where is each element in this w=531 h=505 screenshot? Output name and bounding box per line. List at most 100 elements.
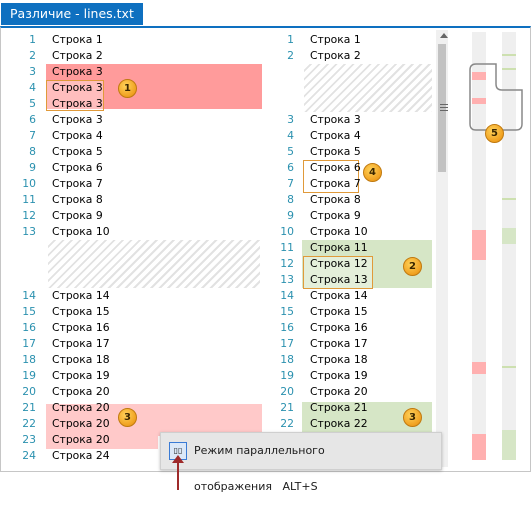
line-text: Строка 20 xyxy=(310,385,368,398)
line-text: Строка 20 xyxy=(52,401,110,414)
line-text: Строка 6 xyxy=(52,161,103,174)
line-number: 7 xyxy=(287,177,294,190)
line-number: 11 xyxy=(22,193,36,206)
line-number: 13 xyxy=(280,273,294,286)
line-text: Строка 17 xyxy=(310,337,368,350)
line-text: Строка 5 xyxy=(310,145,361,158)
callout-1: 1 xyxy=(118,79,137,98)
line-text: Строка 3 xyxy=(310,113,361,126)
line-text: Строка 13 xyxy=(310,273,368,286)
line-text: Строка 9 xyxy=(52,209,103,222)
line-number: 9 xyxy=(287,209,294,222)
line-number: 11 xyxy=(280,241,294,254)
callout-2: 2 xyxy=(403,257,422,276)
document-tab[interactable]: Различие - lines.txt xyxy=(1,3,143,25)
line-number: 8 xyxy=(29,145,36,158)
line-text: Строка 3 xyxy=(52,65,103,78)
line-number: 4 xyxy=(287,129,294,142)
tooltip-label: Режим параллельного отображения ALT+S xyxy=(194,433,441,505)
line-text: Строка 7 xyxy=(52,177,103,190)
pointer-arrow xyxy=(177,460,179,490)
line-text: Строка 12 xyxy=(310,257,368,270)
line-text: Строка 21 xyxy=(310,401,368,414)
scroll-up-icon[interactable] xyxy=(440,33,448,38)
right-pane[interactable]: 1 Строка 1 2 Строка 2 3 Строка 3 4 Строка 4 5 Стр… xyxy=(262,28,434,468)
line-number: 19 xyxy=(22,369,36,382)
line-number: 10 xyxy=(22,177,36,190)
line-number: 18 xyxy=(22,353,36,366)
line-number: 2 xyxy=(287,49,294,62)
line-number: 15 xyxy=(280,305,294,318)
pointer-arrowhead xyxy=(172,455,184,463)
line-text: Строка 3 xyxy=(52,113,103,126)
line-number: 3 xyxy=(29,65,36,78)
line-text: Строка 8 xyxy=(310,193,361,206)
line-text: Строка 18 xyxy=(310,353,368,366)
line-number: 16 xyxy=(22,321,36,334)
line-number: 1 xyxy=(287,33,294,46)
line-text: Строка 14 xyxy=(310,289,368,302)
line-text: Строка 15 xyxy=(52,305,110,318)
line-text: Строка 18 xyxy=(52,353,110,366)
line-text: Строка 6 xyxy=(310,161,361,174)
line-text: Строка 24 xyxy=(52,449,110,462)
line-text: Строка 16 xyxy=(310,321,368,334)
callout-3-right: 3 xyxy=(403,408,422,427)
line-text: Строка 22 xyxy=(310,417,368,430)
line-number: 20 xyxy=(22,385,36,398)
line-text: Строка 2 xyxy=(310,49,361,62)
line-text: Строка 4 xyxy=(310,129,361,142)
line-number: 13 xyxy=(22,225,36,238)
line-number: 6 xyxy=(287,161,294,174)
line-number: 18 xyxy=(280,353,294,366)
line-text: Строка 20 xyxy=(52,417,110,430)
line-number: 5 xyxy=(29,97,36,110)
line-text: Строка 3 xyxy=(52,97,103,110)
line-number: 22 xyxy=(280,417,294,430)
line-text: Строка 14 xyxy=(52,289,110,302)
line-number: 17 xyxy=(22,337,36,350)
line-text: Строка 20 xyxy=(52,385,110,398)
line-text: Строка 19 xyxy=(52,369,110,382)
line-text: Строка 9 xyxy=(310,209,361,222)
line-number: 5 xyxy=(287,145,294,158)
line-text: Строка 2 xyxy=(52,49,103,62)
line-number: 24 xyxy=(22,449,36,462)
line-number: 17 xyxy=(280,337,294,350)
line-text: Строка 3 xyxy=(52,81,103,94)
line-text: Строка 19 xyxy=(310,369,368,382)
line-number: 10 xyxy=(280,225,294,238)
line-number: 9 xyxy=(29,161,36,174)
line-number: 14 xyxy=(280,289,294,302)
line-text: Строка 1 xyxy=(310,33,361,46)
line-text: Строка 7 xyxy=(310,177,361,190)
line-text: Строка 16 xyxy=(52,321,110,334)
line-text: Строка 20 xyxy=(52,433,110,446)
tooltip-shortcut: ALT+S xyxy=(282,480,318,493)
line-number: 2 xyxy=(29,49,36,62)
line-number: 14 xyxy=(22,289,36,302)
line-number: 12 xyxy=(280,257,294,270)
callout-4: 4 xyxy=(363,163,382,182)
line-number: 8 xyxy=(287,193,294,206)
line-number: 20 xyxy=(280,385,294,398)
left-gap-placeholder xyxy=(48,240,260,288)
right-gap-placeholder xyxy=(304,64,432,112)
line-number: 3 xyxy=(287,113,294,126)
line-text: Строка 8 xyxy=(52,193,103,206)
grip-icon xyxy=(440,104,448,105)
scrollbar-thumb[interactable] xyxy=(438,44,446,172)
side-by-side-tooltip: ▯▯ Режим параллельного отображения ALT+S xyxy=(160,432,442,493)
line-text: Строка 11 xyxy=(310,241,368,254)
line-number: 16 xyxy=(280,321,294,334)
line-number: 21 xyxy=(280,401,294,414)
line-number: 6 xyxy=(29,113,36,126)
callout-3-left: 3 xyxy=(118,408,137,427)
line-number: 4 xyxy=(29,81,36,94)
line-number: 22 xyxy=(22,417,36,430)
line-number: 23 xyxy=(22,433,36,446)
line-number: 1 xyxy=(29,33,36,46)
line-text: Строка 4 xyxy=(52,129,103,142)
line-text: Строка 10 xyxy=(52,225,110,238)
line-number: 15 xyxy=(22,305,36,318)
